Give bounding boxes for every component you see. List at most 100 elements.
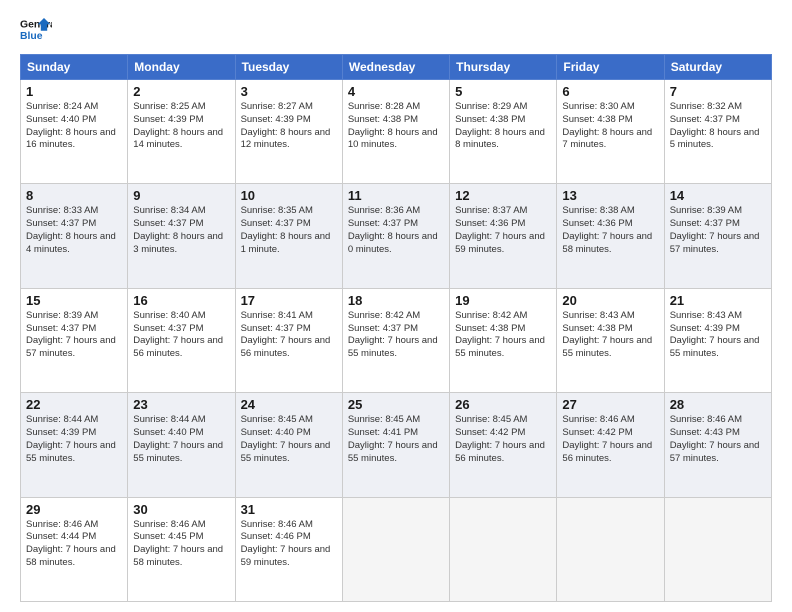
weekday-header-wednesday: Wednesday xyxy=(342,55,449,80)
day-number: 24 xyxy=(241,397,337,412)
day-number: 27 xyxy=(562,397,658,412)
calendar-week-3: 15 Sunrise: 8:39 AM Sunset: 4:37 PM Dayli… xyxy=(21,288,772,392)
day-number: 29 xyxy=(26,502,122,517)
cell-sun-info: Sunrise: 8:45 AM Sunset: 4:41 PM Dayligh… xyxy=(348,414,444,465)
logo: General Blue xyxy=(20,16,52,44)
day-number: 20 xyxy=(562,293,658,308)
weekday-header-friday: Friday xyxy=(557,55,664,80)
cell-sun-info: Sunrise: 8:25 AM Sunset: 4:39 PM Dayligh… xyxy=(133,101,229,152)
calendar-cell: 10Sunrise: 8:35 AM Sunset: 4:37 PM Dayli… xyxy=(235,184,342,288)
day-number: 9 xyxy=(133,188,229,203)
weekday-header-thursday: Thursday xyxy=(450,55,557,80)
calendar-cell: 6Sunrise: 8:30 AM Sunset: 4:38 PM Daylig… xyxy=(557,80,664,184)
calendar-week-4: 22 Sunrise: 8:44 AM Sunset: 4:39 PM Dayli… xyxy=(21,393,772,497)
day-number: 11 xyxy=(348,188,444,203)
cell-sun-info: Sunrise: 8:39 AM Sunset: 4:37 PM Dayligh… xyxy=(26,310,122,361)
calendar-cell: 26 Sunrise: 8:45 AM Sunset: 4:42 PM Dayli… xyxy=(450,393,557,497)
calendar-cell: 12 Sunrise: 8:37 AM Sunset: 4:36 PM Dayli… xyxy=(450,184,557,288)
calendar-cell: 23 Sunrise: 8:44 AM Sunset: 4:40 PM Dayli… xyxy=(128,393,235,497)
calendar-cell: 18Sunrise: 8:42 AM Sunset: 4:37 PM Dayli… xyxy=(342,288,449,392)
cell-sun-info: Sunrise: 8:45 AM Sunset: 4:42 PM Dayligh… xyxy=(455,414,551,465)
day-number: 15 xyxy=(26,293,122,308)
calendar-cell: 21Sunrise: 8:43 AM Sunset: 4:39 PM Dayli… xyxy=(664,288,771,392)
day-number: 8 xyxy=(26,188,122,203)
calendar-table: SundayMondayTuesdayWednesdayThursdayFrid… xyxy=(20,54,772,602)
cell-sun-info: Sunrise: 8:44 AM Sunset: 4:40 PM Dayligh… xyxy=(133,414,229,465)
day-number: 13 xyxy=(562,188,658,203)
day-number: 10 xyxy=(241,188,337,203)
calendar-cell: 5Sunrise: 8:29 AM Sunset: 4:38 PM Daylig… xyxy=(450,80,557,184)
calendar-week-1: 1Sunrise: 8:24 AM Sunset: 4:40 PM Daylig… xyxy=(21,80,772,184)
cell-sun-info: Sunrise: 8:29 AM Sunset: 4:38 PM Dayligh… xyxy=(455,101,551,152)
cell-sun-info: Sunrise: 8:44 AM Sunset: 4:39 PM Dayligh… xyxy=(26,414,122,465)
calendar-week-5: 29 Sunrise: 8:46 AM Sunset: 4:44 PM Dayli… xyxy=(21,497,772,601)
day-number: 14 xyxy=(670,188,766,203)
calendar-cell: 3Sunrise: 8:27 AM Sunset: 4:39 PM Daylig… xyxy=(235,80,342,184)
weekday-header-sunday: Sunday xyxy=(21,55,128,80)
calendar-cell xyxy=(342,497,449,601)
day-number: 25 xyxy=(348,397,444,412)
cell-sun-info: Sunrise: 8:38 AM Sunset: 4:36 PM Dayligh… xyxy=(562,205,658,256)
cell-sun-info: Sunrise: 8:32 AM Sunset: 4:37 PM Dayligh… xyxy=(670,101,766,152)
cell-sun-info: Sunrise: 8:46 AM Sunset: 4:42 PM Dayligh… xyxy=(562,414,658,465)
weekday-header-saturday: Saturday xyxy=(664,55,771,80)
calendar-cell: 14Sunrise: 8:39 AM Sunset: 4:37 PM Dayli… xyxy=(664,184,771,288)
day-number: 7 xyxy=(670,84,766,99)
calendar-cell: 27 Sunrise: 8:46 AM Sunset: 4:42 PM Dayli… xyxy=(557,393,664,497)
calendar-cell: 11 Sunrise: 8:36 AM Sunset: 4:37 PM Dayli… xyxy=(342,184,449,288)
calendar-cell: 30 Sunrise: 8:46 AM Sunset: 4:45 PM Dayli… xyxy=(128,497,235,601)
calendar-cell: 22 Sunrise: 8:44 AM Sunset: 4:39 PM Dayli… xyxy=(21,393,128,497)
calendar-cell: 13 Sunrise: 8:38 AM Sunset: 4:36 PM Dayli… xyxy=(557,184,664,288)
day-number: 2 xyxy=(133,84,229,99)
day-number: 1 xyxy=(26,84,122,99)
calendar-cell xyxy=(557,497,664,601)
calendar-cell xyxy=(450,497,557,601)
calendar-cell: 2 Sunrise: 8:25 AM Sunset: 4:39 PM Daylig… xyxy=(128,80,235,184)
calendar-cell: 1Sunrise: 8:24 AM Sunset: 4:40 PM Daylig… xyxy=(21,80,128,184)
calendar-cell: 28 Sunrise: 8:46 AM Sunset: 4:43 PM Dayli… xyxy=(664,393,771,497)
weekday-header-monday: Monday xyxy=(128,55,235,80)
calendar-week-2: 8 Sunrise: 8:33 AM Sunset: 4:37 PM Daylig… xyxy=(21,184,772,288)
day-number: 22 xyxy=(26,397,122,412)
calendar-cell: 20 Sunrise: 8:43 AM Sunset: 4:38 PM Dayli… xyxy=(557,288,664,392)
calendar-cell: 4Sunrise: 8:28 AM Sunset: 4:38 PM Daylig… xyxy=(342,80,449,184)
day-number: 28 xyxy=(670,397,766,412)
calendar-cell: 19 Sunrise: 8:42 AM Sunset: 4:38 PM Dayli… xyxy=(450,288,557,392)
cell-sun-info: Sunrise: 8:28 AM Sunset: 4:38 PM Dayligh… xyxy=(348,101,444,152)
calendar-cell: 15 Sunrise: 8:39 AM Sunset: 4:37 PM Dayli… xyxy=(21,288,128,392)
calendar-cell: 7 Sunrise: 8:32 AM Sunset: 4:37 PM Daylig… xyxy=(664,80,771,184)
cell-sun-info: Sunrise: 8:46 AM Sunset: 4:46 PM Dayligh… xyxy=(241,519,337,570)
calendar-cell: 25 Sunrise: 8:45 AM Sunset: 4:41 PM Dayli… xyxy=(342,393,449,497)
page-header: General Blue xyxy=(20,16,772,44)
day-number: 31 xyxy=(241,502,337,517)
weekday-header-tuesday: Tuesday xyxy=(235,55,342,80)
day-number: 17 xyxy=(241,293,337,308)
svg-text:Blue: Blue xyxy=(20,31,43,42)
cell-sun-info: Sunrise: 8:36 AM Sunset: 4:37 PM Dayligh… xyxy=(348,205,444,256)
calendar-cell: 31 Sunrise: 8:46 AM Sunset: 4:46 PM Dayli… xyxy=(235,497,342,601)
logo-icon: General Blue xyxy=(20,16,52,44)
day-number: 19 xyxy=(455,293,551,308)
cell-sun-info: Sunrise: 8:42 AM Sunset: 4:38 PM Dayligh… xyxy=(455,310,551,361)
cell-sun-info: Sunrise: 8:40 AM Sunset: 4:37 PM Dayligh… xyxy=(133,310,229,361)
day-number: 12 xyxy=(455,188,551,203)
cell-sun-info: Sunrise: 8:41 AM Sunset: 4:37 PM Dayligh… xyxy=(241,310,337,361)
calendar-cell xyxy=(664,497,771,601)
cell-sun-info: Sunrise: 8:46 AM Sunset: 4:43 PM Dayligh… xyxy=(670,414,766,465)
calendar-page: General Blue SundayMondayTuesdayWednesda… xyxy=(0,0,792,612)
calendar-cell: 9Sunrise: 8:34 AM Sunset: 4:37 PM Daylig… xyxy=(128,184,235,288)
cell-sun-info: Sunrise: 8:27 AM Sunset: 4:39 PM Dayligh… xyxy=(241,101,337,152)
cell-sun-info: Sunrise: 8:46 AM Sunset: 4:44 PM Dayligh… xyxy=(26,519,122,570)
day-number: 16 xyxy=(133,293,229,308)
cell-sun-info: Sunrise: 8:37 AM Sunset: 4:36 PM Dayligh… xyxy=(455,205,551,256)
cell-sun-info: Sunrise: 8:46 AM Sunset: 4:45 PM Dayligh… xyxy=(133,519,229,570)
day-number: 23 xyxy=(133,397,229,412)
cell-sun-info: Sunrise: 8:33 AM Sunset: 4:37 PM Dayligh… xyxy=(26,205,122,256)
calendar-cell: 17 Sunrise: 8:41 AM Sunset: 4:37 PM Dayli… xyxy=(235,288,342,392)
cell-sun-info: Sunrise: 8:43 AM Sunset: 4:39 PM Dayligh… xyxy=(670,310,766,361)
day-number: 26 xyxy=(455,397,551,412)
cell-sun-info: Sunrise: 8:45 AM Sunset: 4:40 PM Dayligh… xyxy=(241,414,337,465)
day-number: 30 xyxy=(133,502,229,517)
cell-sun-info: Sunrise: 8:43 AM Sunset: 4:38 PM Dayligh… xyxy=(562,310,658,361)
calendar-cell: 24 Sunrise: 8:45 AM Sunset: 4:40 PM Dayli… xyxy=(235,393,342,497)
